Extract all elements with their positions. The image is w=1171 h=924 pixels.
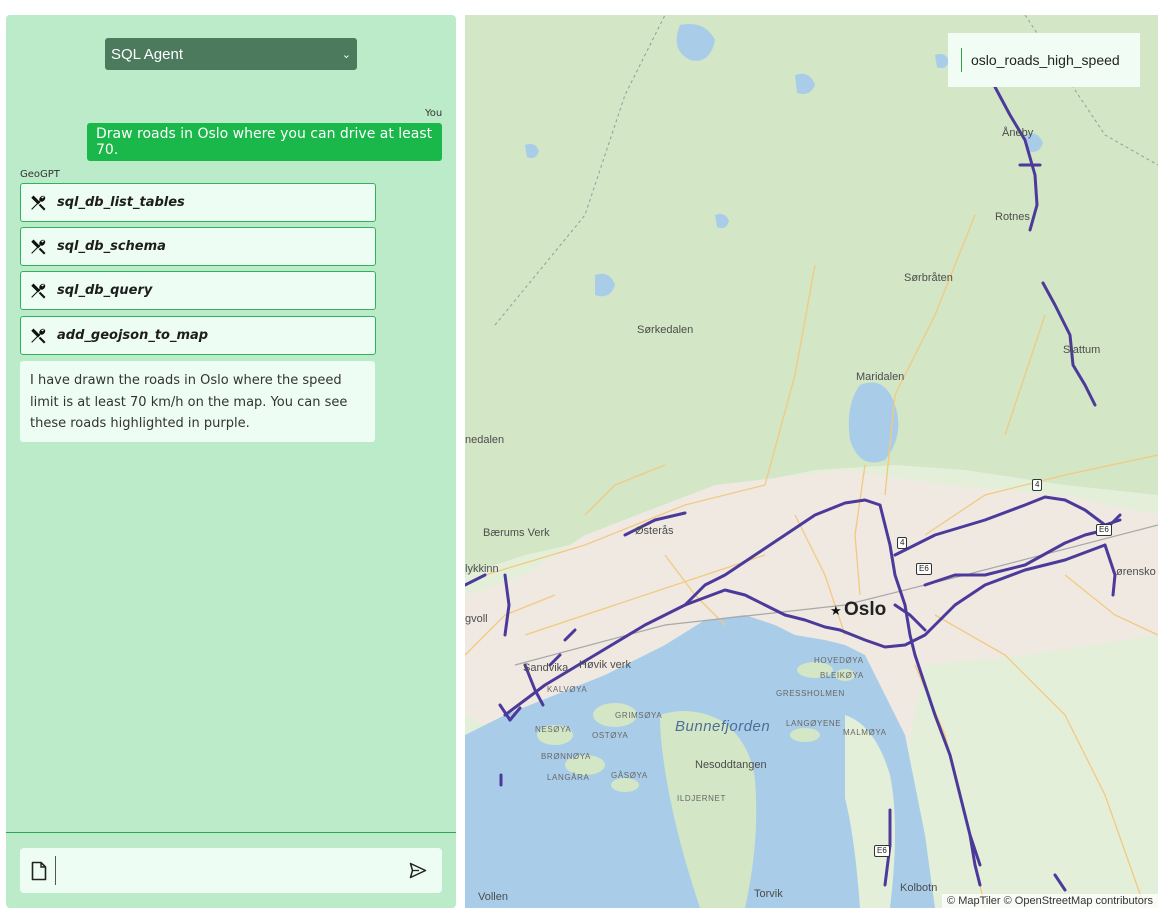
island-label: BLEIKØYA — [820, 671, 864, 680]
layer-control[interactable]: oslo_roads_high_speed — [948, 33, 1140, 87]
road-shield: E6 — [1096, 524, 1112, 536]
place-label: Høvik verk — [579, 659, 631, 671]
island-label: GRESSHOLMEN — [776, 689, 845, 698]
chat-panel: SQL Agent ⌄ You Draw roads in Oslo where… — [6, 15, 456, 908]
agent-select-value: SQL Agent — [111, 45, 183, 63]
island-label: HOVEDØYA — [814, 656, 864, 665]
place-label: gvoll — [465, 613, 488, 625]
place-label: Rotnes — [995, 211, 1030, 223]
city-label-oslo: Oslo — [844, 599, 887, 620]
user-message-text: Draw roads in Oslo where you can drive a… — [96, 126, 433, 158]
tool-call-label: sql_db_schema — [57, 239, 166, 254]
send-icon[interactable] — [409, 862, 427, 879]
island-label: GRIMSØYA — [615, 711, 663, 720]
place-label: Nesoddtangen — [695, 759, 767, 771]
island-label: OSTØYA — [592, 731, 629, 740]
island-label: NESØYA — [535, 725, 572, 734]
tool-call-label: add_geojson_to_map — [57, 328, 209, 343]
road-shield: 4 — [1032, 479, 1043, 491]
map-view[interactable]: ★ Åneby Rotnes Sørbråten Sørkedalen Slat… — [465, 15, 1158, 908]
place-label: Maridalen — [856, 371, 905, 383]
file-icon[interactable] — [31, 861, 47, 881]
place-label: Kolbotn — [900, 882, 938, 894]
island — [611, 778, 639, 792]
agent-select[interactable]: SQL Agent ⌄ — [105, 38, 357, 70]
user-message: Draw roads in Oslo where you can drive a… — [87, 123, 442, 161]
island-label: LANGØYENE — [786, 719, 842, 728]
user-sender-label: You — [425, 108, 443, 119]
place-label: Åneby — [1002, 127, 1034, 139]
island-label: MALMØYA — [843, 728, 887, 737]
island-label: GÅSØYA — [611, 771, 648, 780]
tool-call-label: sql_db_list_tables — [57, 195, 185, 210]
island — [790, 728, 820, 742]
place-label: Sørkedalen — [637, 324, 694, 336]
island-label: BRØNNØYA — [541, 752, 591, 761]
tools-icon — [31, 283, 46, 298]
island-label: KALVØYA — [547, 685, 588, 694]
city-marker-icon: ★ — [830, 604, 842, 619]
place-label: ILDJERNET — [677, 794, 726, 803]
place-label: Sandvika — [523, 662, 569, 674]
agent-reply: I have drawn the roads in Oslo where the… — [20, 361, 375, 442]
tool-call-add-geojson[interactable]: add_geojson_to_map — [20, 316, 376, 355]
layer-name: oslo_roads_high_speed — [971, 52, 1120, 68]
tools-icon — [31, 195, 46, 210]
place-label: Slattum — [1063, 344, 1101, 356]
map-attribution[interactable]: © MapTiler © OpenStreetMap contributors — [942, 894, 1158, 908]
place-label: ørensko — [1116, 566, 1156, 578]
message-input[interactable] — [55, 856, 408, 885]
place-label: Bærums Verk — [483, 527, 550, 539]
agent-sender-label: GeoGPT — [20, 169, 60, 180]
fjord-label: Bunnefjorden — [675, 718, 771, 735]
place-label: nedalen — [465, 434, 505, 446]
place-label: lykkinn — [465, 563, 499, 575]
road-shield: 4 — [897, 537, 908, 549]
place-label: Vollen — [478, 891, 508, 903]
chat-divider — [6, 832, 456, 833]
tools-icon — [31, 328, 46, 343]
road-shield: E6 — [916, 563, 932, 575]
tool-call-list-tables[interactable]: sql_db_list_tables — [20, 183, 376, 222]
layer-swatch — [961, 48, 962, 72]
tool-call-schema[interactable]: sql_db_schema — [20, 227, 376, 266]
place-label: Sørbråten — [904, 272, 953, 284]
message-composer — [20, 848, 442, 893]
island-label: LANGÅRA — [547, 773, 590, 782]
tools-icon — [31, 239, 46, 254]
place-label: Østerås — [635, 525, 674, 537]
road-shield: E6 — [874, 845, 890, 857]
place-label: Torvik — [754, 888, 783, 900]
tool-call-query[interactable]: sql_db_query — [20, 271, 376, 310]
tool-call-label: sql_db_query — [57, 283, 153, 298]
chevron-down-icon: ⌄ — [341, 48, 351, 61]
